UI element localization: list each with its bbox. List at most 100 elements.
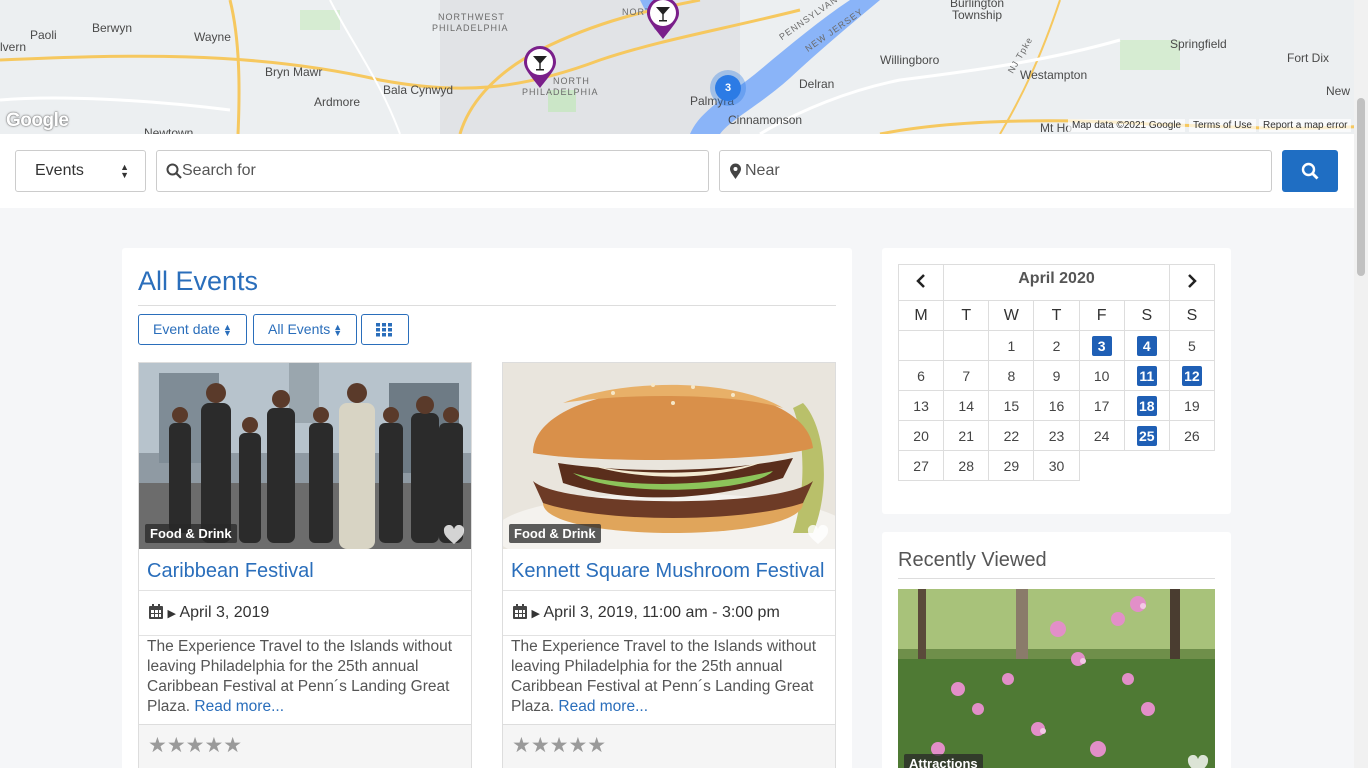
calendar-week: 20 21 22 23 24 25 26	[897, 420, 1216, 451]
event-date-text: April 3, 2019	[179, 604, 270, 621]
sort-icon: ▲ ▼	[333, 322, 343, 339]
calendar-day: 28	[943, 450, 990, 481]
page-scrollbar[interactable]	[1354, 0, 1368, 768]
calendar-icon	[149, 604, 163, 619]
calendar-day: 16	[1033, 390, 1080, 421]
heart-icon[interactable]	[807, 525, 829, 545]
calendar-day-number: 11	[1136, 365, 1157, 386]
event-title-link[interactable]: Caribbean Festival	[147, 560, 314, 583]
scrollbar-thumb[interactable]	[1357, 98, 1365, 276]
recently-viewed-title: Recently Viewed	[898, 549, 1047, 571]
calendar-event-day[interactable]: 3	[1078, 330, 1125, 361]
events-panel: All Events Event date▲▼ All Events▲▼	[122, 248, 852, 768]
calendar-event-day[interactable]: 4	[1123, 330, 1170, 361]
read-more-link[interactable]: Read more...	[194, 698, 284, 715]
event-title-link[interactable]: Kennett Square Mushroom Festival	[511, 560, 825, 583]
map-marker-cluster[interactable]: 3	[715, 75, 741, 101]
calendar-week: 6 7 8 9 10 11 12	[897, 360, 1216, 391]
calendar-empty-cell	[897, 330, 945, 361]
search-button[interactable]	[1282, 150, 1338, 192]
map-background	[0, 0, 1368, 134]
event-date: ▶ April 3, 2019, 11:00 am - 3:00 pm	[513, 604, 780, 622]
calendar-day: 6	[897, 360, 945, 391]
listing-type-value: Events	[35, 162, 84, 179]
calendar-day: 14	[943, 390, 990, 421]
grid-icon	[376, 323, 392, 337]
calendar-day: 2	[1033, 330, 1080, 361]
caret-right-icon: ▶	[531, 608, 540, 620]
weekday-label: F	[1078, 300, 1125, 331]
calendar-day: 5	[1168, 330, 1216, 361]
grid-view-button[interactable]	[361, 314, 409, 345]
calendar-event-day[interactable]: 11	[1123, 360, 1170, 391]
chevron-left-icon	[916, 274, 925, 288]
calendar-days: 1 2 3 4 5 6 7 8 9 10 11 12 13 14 15 16 17 18 19 20 21 22 23 24 2…	[897, 330, 1216, 481]
star-rating[interactable]: ★★★★★	[512, 733, 606, 758]
map-place-label: Springfield	[1170, 37, 1227, 51]
next-month-button[interactable]	[1168, 264, 1216, 301]
calendar-day-number: 4	[1136, 335, 1157, 356]
search-input[interactable]: Search for	[156, 150, 709, 192]
event-description: The Experience Travel to the Islands wit…	[147, 637, 465, 717]
map-place-label: Township	[952, 8, 1003, 22]
recent-item-image[interactable]: Attractions	[898, 589, 1215, 768]
calendar-day: 1	[988, 330, 1035, 361]
map-place-label: Wayne	[194, 30, 231, 44]
map-place-label: Newtown	[144, 126, 194, 134]
weekday-label: S	[1168, 300, 1216, 331]
search-placeholder: Search for	[182, 162, 256, 179]
calendar-day: 17	[1078, 390, 1125, 421]
category-badge: Attractions	[904, 754, 983, 768]
cocktail-glass-icon[interactable]	[522, 45, 558, 89]
weekday-row: MTWTFSS	[897, 300, 1216, 331]
event-date: ▶ April 3, 2019	[149, 604, 269, 622]
near-input[interactable]: Near	[719, 150, 1272, 192]
prev-month-button[interactable]	[897, 264, 945, 301]
filter-all-events-button[interactable]: All Events ▲ ▼	[253, 314, 358, 345]
map-place-label: NORTHWEST	[438, 12, 505, 22]
event-image[interactable]: Food & Drink	[139, 363, 471, 549]
weekday-label: W	[988, 300, 1035, 331]
caret-right-icon: ▶	[167, 608, 176, 620]
calendar-day: 27	[897, 450, 945, 481]
calendar-week: 13 14 15 16 17 18 19	[897, 390, 1216, 421]
read-more-link[interactable]: Read more...	[558, 698, 648, 715]
divider	[138, 305, 836, 306]
map-marker-icon	[730, 163, 741, 179]
calendar-widget: April 2020 MTWTFSS 1 2 3 4 5 6 7 8 9 10 11 12 13 14 15…	[882, 248, 1231, 514]
calendar-day: 24	[1078, 420, 1125, 451]
divider	[898, 578, 1215, 579]
band-photo	[139, 363, 471, 549]
map-place-label: NORTH	[553, 76, 590, 86]
heart-icon[interactable]	[1187, 755, 1209, 768]
event-card[interactable]: Food & Drink Kennett Square Mushroom Fes…	[502, 362, 836, 768]
map-terms-link[interactable]: Terms of Use	[1189, 119, 1256, 132]
calendar-day: 8	[988, 360, 1035, 391]
event-image[interactable]: Food & Drink	[503, 363, 835, 549]
star-rating[interactable]: ★★★★★	[148, 733, 242, 758]
map-place-label: Willingboro	[880, 53, 940, 67]
map-place-label: New	[1326, 84, 1351, 98]
map-report-link[interactable]: Report a map error	[1259, 119, 1352, 132]
near-placeholder: Near	[745, 162, 780, 179]
calendar-event-day[interactable]: 25	[1123, 420, 1170, 451]
map-place-label: Delran	[799, 77, 835, 91]
page-title: All Events	[138, 266, 259, 296]
calendar-day: 10	[1078, 360, 1125, 391]
event-card[interactable]: Food & Drink Caribbean Festival ▶ April …	[138, 362, 472, 768]
calendar-day: 30	[1033, 450, 1080, 481]
calendar-day: 20	[897, 420, 945, 451]
heart-icon[interactable]	[443, 525, 465, 545]
calendar-event-day[interactable]: 12	[1168, 360, 1216, 391]
map[interactable]: lvern Paoli Berwyn Wayne Bryn Mawr Ardmo…	[0, 0, 1368, 134]
calendar-week: 123 45	[897, 330, 1216, 361]
map-place-label: Cinnamonson	[728, 113, 803, 127]
event-description: The Experience Travel to the Islands wit…	[511, 637, 829, 717]
sort-icon: ▲ ▼	[222, 322, 232, 339]
cocktail-glass-icon[interactable]	[645, 0, 681, 40]
calendar-day: 29	[988, 450, 1035, 481]
sort-event-date-button[interactable]: Event date ▲ ▼	[138, 314, 247, 345]
calendar-event-day[interactable]: 18	[1123, 390, 1170, 421]
listing-type-select[interactable]: Events ▲ ▼	[15, 150, 146, 192]
flowers-photo	[898, 589, 1215, 768]
